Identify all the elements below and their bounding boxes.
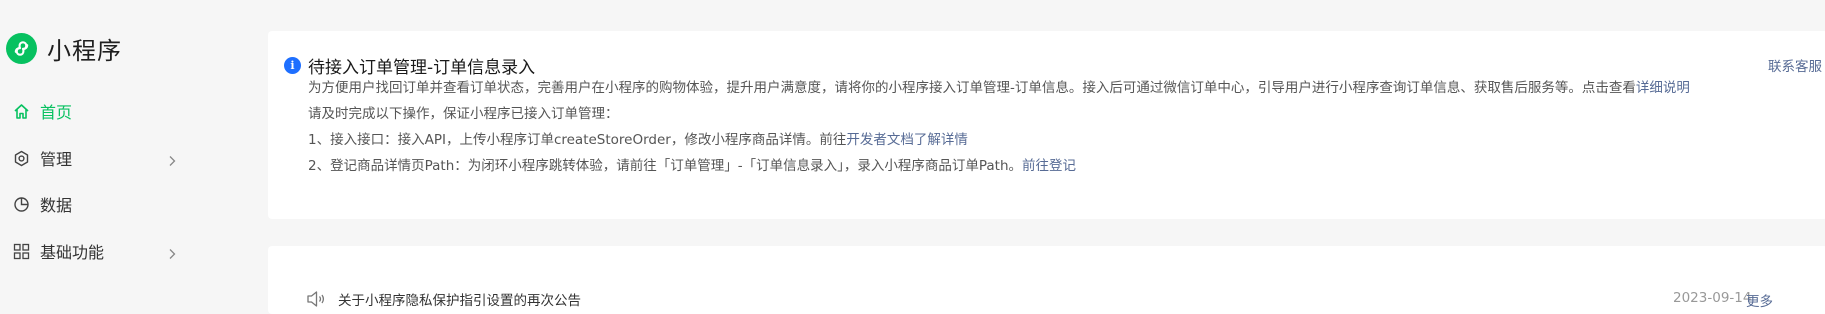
notice-description-text: 为方便用户找回订单并查看订单状态，完善用户在小程序的购物体验，提升用户满意度，请…	[308, 80, 1636, 96]
sidebar-item-home[interactable]: 首页	[0, 91, 190, 131]
sidebar-item-label: 基础功能	[40, 243, 105, 262]
grid-icon	[13, 243, 30, 260]
chevron-right-icon	[166, 152, 178, 166]
mini-program-logo-icon	[6, 32, 37, 64]
sidebar: 小程序 首页 管理 数据 基础功能	[0, 0, 265, 314]
notice-header: i 待接入订单管理-订单信息录入	[284, 53, 535, 78]
brand-name: 小程序	[47, 36, 122, 65]
home-icon	[13, 103, 30, 120]
notice-title: 待接入订单管理-订单信息录入	[308, 58, 536, 78]
manage-icon	[13, 150, 30, 167]
step-1-text: 1、接入接口：接入API，上传小程序订单createStoreOrder，修改小…	[308, 132, 847, 148]
developer-docs-link[interactable]: 开发者文档了解详情	[846, 132, 968, 148]
announcement-card: 关于小程序隐私保护指引设置的再次公告 2023-09-14 更多	[268, 246, 1825, 314]
speaker-icon	[306, 290, 326, 308]
sidebar-item-label: 数据	[40, 196, 73, 215]
contact-support-link[interactable]: 联系客服	[1768, 55, 1822, 75]
chevron-right-icon	[166, 245, 178, 259]
sidebar-item-label: 首页	[40, 103, 73, 122]
sidebar-item-label: 管理	[40, 150, 73, 169]
notice-step-2: 2、登记商品详情页Path：为闭环小程序跳转体验，请前往「订单管理」-「订单信息…	[308, 154, 1076, 174]
sidebar-item-manage[interactable]: 管理	[0, 138, 190, 178]
sidebar-item-basic-functions[interactable]: 基础功能	[0, 231, 190, 271]
more-link[interactable]: 更多	[1746, 290, 1773, 310]
details-link[interactable]: 详细说明	[1636, 80, 1690, 96]
brand[interactable]: 小程序	[6, 32, 122, 65]
announcement-item[interactable]: 关于小程序隐私保护指引设置的再次公告	[306, 289, 581, 309]
data-icon	[13, 196, 30, 213]
notice-step-1: 1、接入接口：接入API，上传小程序订单createStoreOrder，修改小…	[308, 128, 968, 148]
order-notice-card: i 待接入订单管理-订单信息录入 联系客服 为方便用户找回订单并查看订单状态，完…	[268, 31, 1825, 219]
announcement-date: 2023-09-14	[1673, 290, 1752, 306]
info-icon: i	[284, 57, 301, 74]
notice-description: 为方便用户找回订单并查看订单状态，完善用户在小程序的购物体验，提升用户满意度，请…	[308, 76, 1690, 96]
announcement-title[interactable]: 关于小程序隐私保护指引设置的再次公告	[338, 289, 581, 309]
sidebar-item-data[interactable]: 数据	[0, 184, 190, 224]
notice-prompt: 请及时完成以下操作，保证小程序已接入订单管理：	[308, 106, 619, 122]
step-2-text: 2、登记商品详情页Path：为闭环小程序跳转体验，请前往「订单管理」-「订单信息…	[308, 158, 1023, 174]
go-register-link[interactable]: 前往登记	[1022, 158, 1076, 174]
